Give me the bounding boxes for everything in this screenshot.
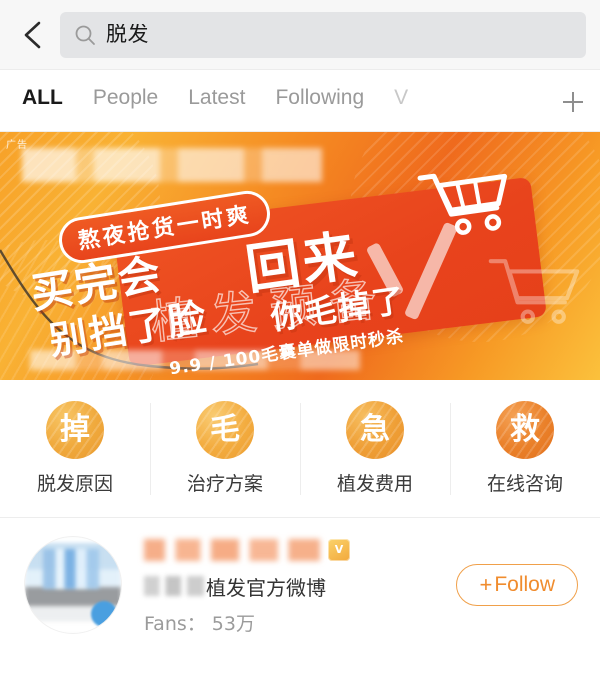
user-description-row: 植发官方微博 (144, 572, 456, 601)
quick-link-online-consult[interactable]: 救 在线咨询 (450, 399, 600, 499)
add-tab-button[interactable] (546, 84, 600, 124)
quick-link-label-1: 脱发原因 (36, 473, 113, 495)
user-name-row: V (144, 535, 456, 565)
quick-link-icon-3: 急 (346, 401, 404, 459)
chevron-left-icon (20, 20, 46, 50)
search-header: 脱发 (0, 0, 600, 70)
quick-link-treatment-plan[interactable]: 毛 治疗方案 (150, 399, 300, 499)
plus-icon (559, 88, 587, 121)
follow-button[interactable]: + Follow (456, 564, 578, 606)
quick-link-label-4: 在线咨询 (486, 473, 563, 495)
quick-link-icon-1: 掉 (46, 401, 104, 459)
quick-link-transplant-cost[interactable]: 急 植发费用 (300, 399, 450, 499)
tab-people[interactable]: People (93, 84, 179, 112)
quick-link-glyph-4: 救 (510, 412, 540, 447)
avatar[interactable] (24, 536, 122, 634)
tabs-scroll-container[interactable]: ALL People Latest Following V (0, 84, 546, 112)
tab-latest-label: Latest (188, 86, 246, 109)
shopping-cart-icon (415, 160, 517, 247)
tab-all[interactable]: ALL (22, 84, 84, 112)
search-results-page: 脱发 ALL People Latest Following V 广告 熬夜抢货… (0, 0, 600, 675)
back-button[interactable] (10, 12, 56, 58)
banner-blurred-text-top (22, 148, 322, 182)
user-description-masked (144, 576, 204, 596)
tab-all-label: ALL (22, 86, 63, 109)
quick-link-label-3: 植发费用 (336, 473, 413, 495)
tab-video-label: V (394, 86, 409, 109)
search-icon (74, 24, 96, 46)
ad-label: 广告 (6, 140, 28, 151)
verified-badge-text: V (334, 543, 344, 556)
quick-link-glyph-3: 急 (360, 412, 390, 447)
follow-button-label: Follow (494, 573, 555, 596)
tab-latest[interactable]: Latest (188, 84, 266, 112)
quick-link-hair-loss-causes[interactable]: 掉 脱发原因 (0, 399, 150, 499)
tab-following[interactable]: Following (275, 84, 385, 112)
plus-icon: + (479, 572, 493, 597)
advertisement-banner[interactable]: 广告 熬夜抢货一时爽 回来 买完会 别挡了脸 你毛掉了 9.9 / 100毛囊单… (0, 132, 600, 380)
tab-following-label: Following (275, 86, 365, 109)
avatar-badge-dot (91, 601, 117, 627)
quick-links-row: 掉 脱发原因 毛 治疗方案 急 植发费用 救 在线咨询 (0, 380, 600, 518)
search-input[interactable]: 脱发 (60, 11, 586, 58)
search-query-text: 脱发 (106, 24, 149, 45)
avatar-image-detail (43, 549, 99, 589)
tab-people-label: People (92, 86, 159, 109)
user-description-text: 植发官方微博 (206, 575, 326, 600)
verified-badge: V (328, 538, 350, 561)
quick-link-icon-2: 毛 (196, 401, 254, 459)
quick-link-label-2: 治疗方案 (186, 473, 263, 495)
quick-link-glyph-2: 毛 (210, 412, 240, 447)
tab-bar: ALL People Latest Following V (0, 70, 600, 132)
user-fans-count: Fans： 53万 (144, 612, 255, 635)
quick-link-icon-4: 救 (496, 401, 554, 459)
user-result-card[interactable]: V 植发官方微博 Fans： 53万 + Follow (0, 518, 600, 652)
user-info: V 植发官方微博 Fans： 53万 (144, 535, 456, 636)
quick-link-glyph-1: 掉 (60, 412, 90, 447)
tab-video-clipped[interactable]: V (394, 84, 420, 112)
user-name-masked (144, 538, 320, 561)
shopping-cart-ghost-icon (486, 255, 582, 332)
